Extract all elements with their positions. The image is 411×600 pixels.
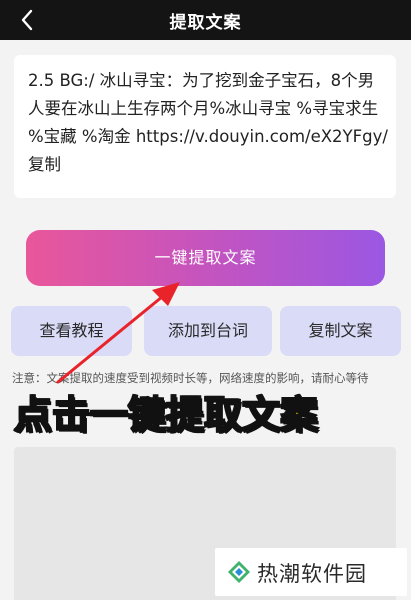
share-text-content: 2.5 BG:/ 冰山寻宝：为了挖到金子宝石，8个男人要在冰山上生存两个月%冰山…	[28, 71, 388, 174]
view-tutorial-button[interactable]: 查看教程	[11, 306, 132, 356]
share-text-box[interactable]: 2.5 BG:/ 冰山寻宝：为了挖到金子宝石，8个男人要在冰山上生存两个月%冰山…	[14, 55, 396, 198]
diamond-logo-icon	[227, 560, 251, 584]
copy-text-button[interactable]: 复制文案	[280, 306, 401, 356]
top-bar: 提取文案	[0, 0, 411, 40]
watermark-text: 热潮软件园	[257, 562, 367, 586]
page-title: 提取文案	[169, 13, 242, 33]
instruction-callout: 点击一键提取文案	[13, 392, 319, 438]
add-to-script-button[interactable]: 添加到台词	[144, 306, 272, 356]
screen: 提取文案 2.5 BG:/ 冰山寻宝：为了挖到金子宝石，8个男人要在冰山上生存两…	[0, 0, 411, 600]
watermark: 热潮软件园	[215, 548, 407, 596]
extract-copy-button[interactable]: 一键提取文案	[26, 230, 385, 286]
